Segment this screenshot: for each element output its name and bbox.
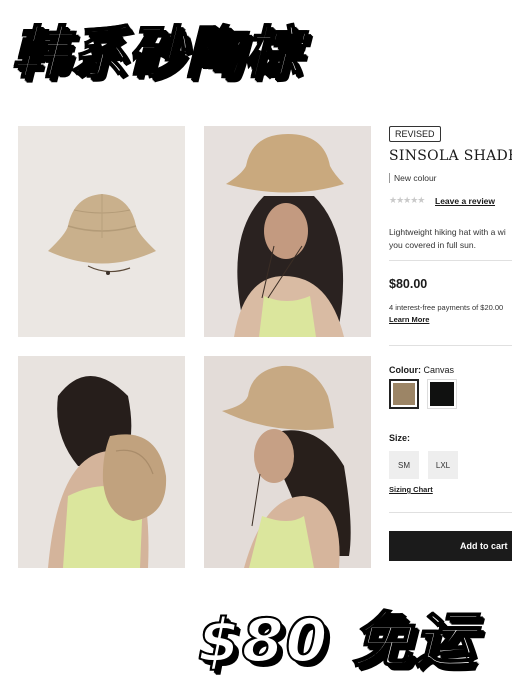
- product-image-hat[interactable]: [18, 126, 185, 337]
- product-details-panel: REVISED SINSOLA SHADE HAT New colour ★★★…: [389, 120, 512, 590]
- swatch-canvas[interactable]: [389, 379, 419, 409]
- installments-text: 4 interest-free payments of $20.00: [389, 303, 504, 312]
- divider: [389, 260, 512, 261]
- hat-illustration: [18, 126, 185, 337]
- size-label: Size:: [389, 433, 411, 443]
- product-description: Lightweight hiking hat with a wi you cov…: [389, 226, 506, 252]
- product-image-model-back[interactable]: [18, 356, 185, 568]
- learn-more-link[interactable]: Learn More: [389, 315, 429, 324]
- swatch-black-fill: [430, 382, 454, 406]
- product-price: $80.00: [389, 277, 428, 291]
- swatch-black[interactable]: [427, 379, 457, 409]
- swatch-canvas-fill: [393, 383, 415, 405]
- leave-review-link[interactable]: Leave a review: [435, 196, 495, 206]
- add-to-cart-button[interactable]: Add to cart: [389, 531, 512, 561]
- colour-label: Colour: Canvas: [389, 365, 454, 375]
- headline-top: 韩系砂陶棕: [11, 20, 302, 87]
- product-title: SINSOLA SHADE HAT: [389, 148, 512, 164]
- model-side-illustration: [204, 356, 371, 568]
- sizing-chart-link[interactable]: Sizing Chart: [389, 485, 433, 494]
- description-line-2: you covered in full sun.: [389, 240, 476, 250]
- rating-stars-icon: ★★★★★: [389, 195, 425, 205]
- revised-badge: REVISED: [389, 126, 441, 142]
- colour-label-key: Colour:: [389, 365, 421, 375]
- model-back-illustration: [18, 356, 185, 568]
- size-button-lxl[interactable]: LXL: [428, 451, 458, 479]
- size-button-sm[interactable]: SM: [389, 451, 419, 479]
- colour-value: Canvas: [423, 365, 455, 375]
- description-line-1: Lightweight hiking hat with a wi: [389, 227, 506, 237]
- product-image-model-front[interactable]: [204, 126, 371, 337]
- headline-bottom: $80 免运: [197, 605, 477, 677]
- product-image-model-side[interactable]: [204, 356, 371, 568]
- divider: [389, 345, 512, 346]
- model-front-illustration: [204, 126, 371, 337]
- new-colour-label: New colour: [389, 173, 437, 183]
- divider: [389, 512, 512, 513]
